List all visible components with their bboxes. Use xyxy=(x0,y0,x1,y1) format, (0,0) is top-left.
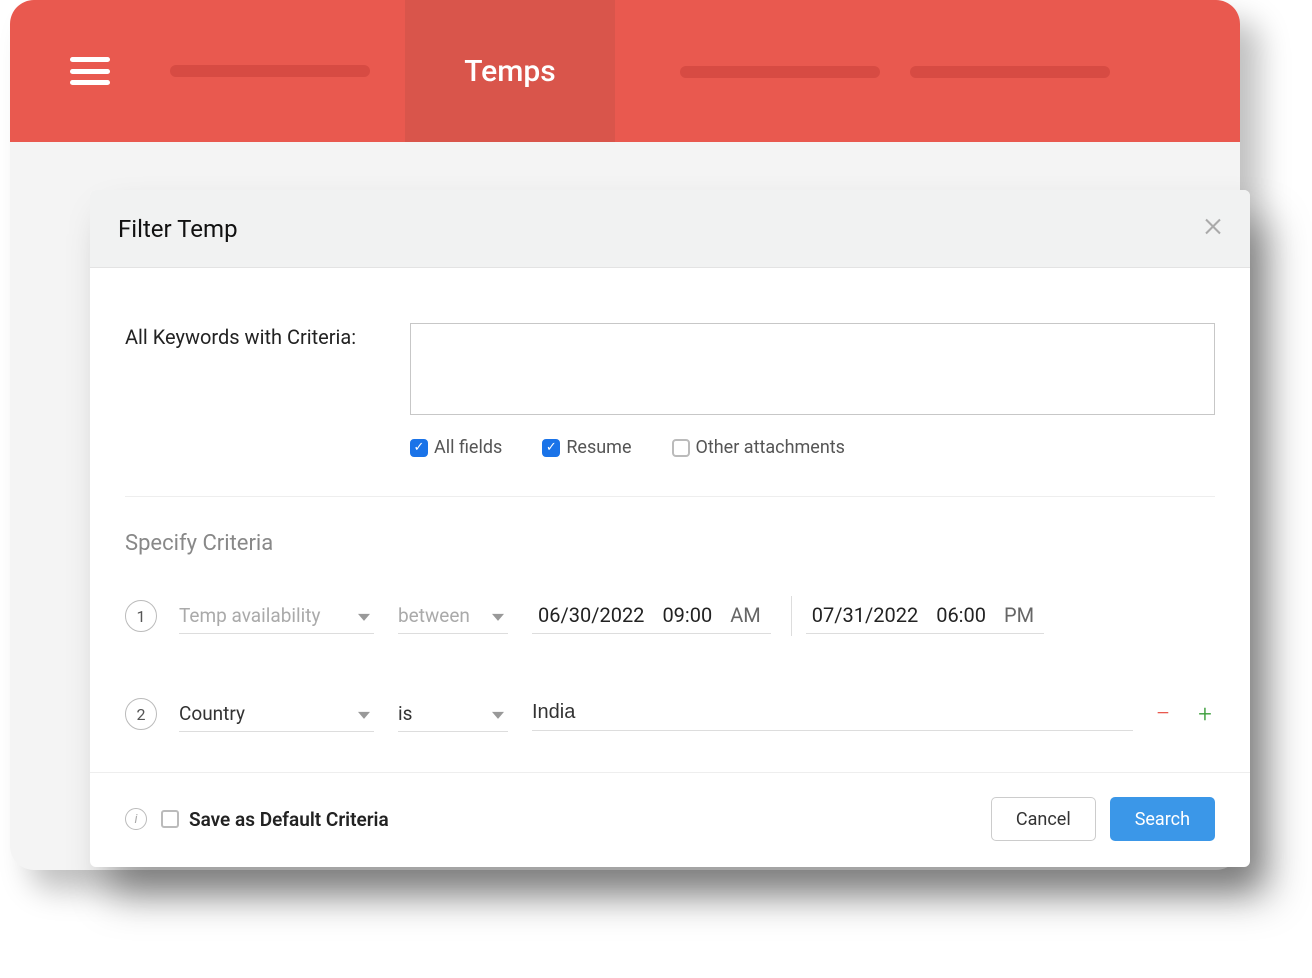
save-default-label: Save as Default Criteria xyxy=(189,808,389,831)
modal-body: All Keywords with Criteria: ✓ All fields… xyxy=(90,268,1250,772)
nav-placeholder xyxy=(910,66,1110,78)
criteria-operator-select[interactable]: between xyxy=(398,598,508,634)
criteria-number: 1 xyxy=(125,600,157,632)
to-time-value: 06:00 xyxy=(936,603,986,627)
checkbox-resume[interactable]: ✓ Resume xyxy=(542,437,631,458)
close-icon[interactable] xyxy=(1204,217,1222,240)
checkbox-resume-label: Resume xyxy=(566,437,631,458)
specify-criteria-title: Specify Criteria xyxy=(125,531,1215,556)
from-ampm-value: AM xyxy=(730,603,761,627)
check-icon: ✓ xyxy=(542,439,560,457)
modal-footer: i Save as Default Criteria Cancel Search xyxy=(90,772,1250,867)
criteria-value-input[interactable] xyxy=(532,697,1133,731)
from-datetime[interactable]: 06/30/2022 09:00 AM xyxy=(532,599,771,634)
criteria-field-select[interactable]: Country xyxy=(179,696,374,732)
chevron-down-icon xyxy=(358,711,370,718)
nav-placeholder xyxy=(170,65,370,77)
to-datetime[interactable]: 07/31/2022 06:00 PM xyxy=(806,599,1044,634)
from-date-value: 06/30/2022 xyxy=(538,603,644,627)
to-date-value: 07/31/2022 xyxy=(812,603,918,627)
criteria-operator-select[interactable]: is xyxy=(398,696,508,732)
tab-temps[interactable]: Temps xyxy=(405,0,615,142)
search-button-label: Search xyxy=(1135,809,1190,830)
nav-placeholder xyxy=(680,66,880,78)
save-default-checkbox[interactable]: Save as Default Criteria xyxy=(161,808,389,831)
filter-modal: Filter Temp All Keywords with Criteria: … xyxy=(90,190,1250,867)
divider xyxy=(125,496,1215,497)
info-icon[interactable]: i xyxy=(125,808,147,830)
from-time-value: 09:00 xyxy=(662,603,712,627)
criteria-operator-value: between xyxy=(398,604,470,627)
keywords-label: All Keywords with Criteria: xyxy=(125,323,410,349)
checkbox-all-fields[interactable]: ✓ All fields xyxy=(410,437,502,458)
tab-temps-label: Temps xyxy=(464,54,555,89)
chevron-down-icon xyxy=(358,613,370,620)
app-header: Temps xyxy=(10,0,1240,142)
cancel-button[interactable]: Cancel xyxy=(991,797,1096,841)
date-separator xyxy=(791,596,792,636)
criteria-operator-value: is xyxy=(398,702,412,725)
checkbox-other-attachments[interactable]: Other attachments xyxy=(672,437,845,458)
checkbox-icon xyxy=(161,810,179,828)
keywords-input[interactable] xyxy=(410,323,1215,415)
hamburger-icon[interactable] xyxy=(70,57,110,85)
modal-header: Filter Temp xyxy=(90,190,1250,268)
chevron-down-icon xyxy=(492,711,504,718)
remove-criteria-icon[interactable]: − xyxy=(1153,704,1173,724)
checkbox-all-fields-label: All fields xyxy=(434,437,502,458)
add-criteria-icon[interactable]: + xyxy=(1195,704,1215,724)
keywords-options: ✓ All fields ✓ Resume Other attachments xyxy=(410,437,1215,458)
criteria-field-value: Temp availability xyxy=(179,604,320,627)
criteria-row: 2 Country is − + xyxy=(125,696,1215,732)
checkbox-other-attachments-label: Other attachments xyxy=(696,437,845,458)
check-icon: ✓ xyxy=(410,439,428,457)
app-window: Temps Filter Temp All Keywords with Crit… xyxy=(10,0,1240,870)
to-ampm-value: PM xyxy=(1004,603,1034,627)
criteria-row: 1 Temp availability between 06/30/2022 0… xyxy=(125,596,1215,636)
cancel-button-label: Cancel xyxy=(1016,809,1071,830)
search-button[interactable]: Search xyxy=(1110,797,1215,841)
criteria-field-value: Country xyxy=(179,702,245,725)
criteria-row-actions: − + xyxy=(1153,704,1215,724)
criteria-number: 2 xyxy=(125,698,157,730)
modal-title: Filter Temp xyxy=(118,215,238,243)
checkbox-icon xyxy=(672,439,690,457)
chevron-down-icon xyxy=(492,613,504,620)
criteria-field-select[interactable]: Temp availability xyxy=(179,598,374,634)
keywords-row: All Keywords with Criteria: xyxy=(125,323,1215,415)
